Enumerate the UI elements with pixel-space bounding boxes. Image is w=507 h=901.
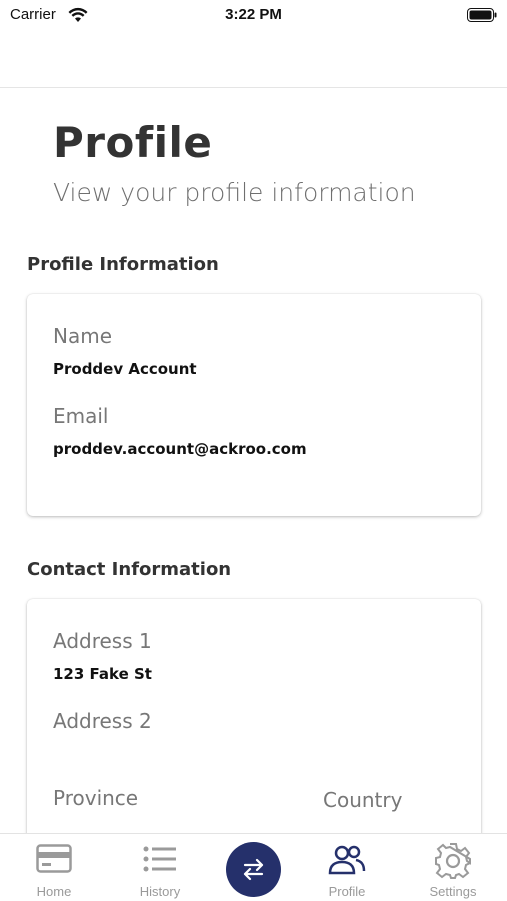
clock: 3:22 PM [225,6,282,23]
page-subtitle: View your profile information [53,178,416,207]
profile-section-heading: Profile Information [27,254,219,275]
address2-label: Address 2 [53,709,152,733]
address1-value: 123 Fake St [53,665,152,683]
page-title: Profile [53,118,213,167]
address1-label: Address 1 [53,629,152,653]
users-icon [328,845,366,875]
tab-history[interactable]: History [110,834,210,901]
tab-profile[interactable]: Profile [297,834,397,901]
list-icon [143,846,176,872]
gear-icon [435,843,471,879]
contact-section-heading: Contact Information [27,559,232,580]
email-label: Email [53,404,109,428]
header-divider [0,87,507,88]
tab-settings[interactable]: Settings [403,834,503,901]
province-label: Province [53,786,139,810]
name-label: Name [53,324,113,348]
tab-profile-label: Profile [328,884,366,899]
tab-home-label: Home [36,884,72,899]
tab-home[interactable]: Home [4,834,104,901]
name-value: Proddev Account [53,360,197,378]
contact-info-card: Address 1 123 Fake St Address 2 Province… [27,599,481,859]
tab-settings-label: Settings [429,884,477,899]
country-label: Country [323,788,403,812]
status-bar: Carrier 3:22 PM [0,0,507,30]
tab-history-label: History [139,884,181,899]
card-icon [36,844,72,873]
battery-icon [467,8,497,22]
swap-arrows-icon [243,858,264,881]
center-action-button[interactable] [226,842,281,897]
profile-info-card: Name Proddev Account Email proddev.accou… [27,294,481,516]
email-value: proddev.account@ackroo.com [53,440,307,458]
